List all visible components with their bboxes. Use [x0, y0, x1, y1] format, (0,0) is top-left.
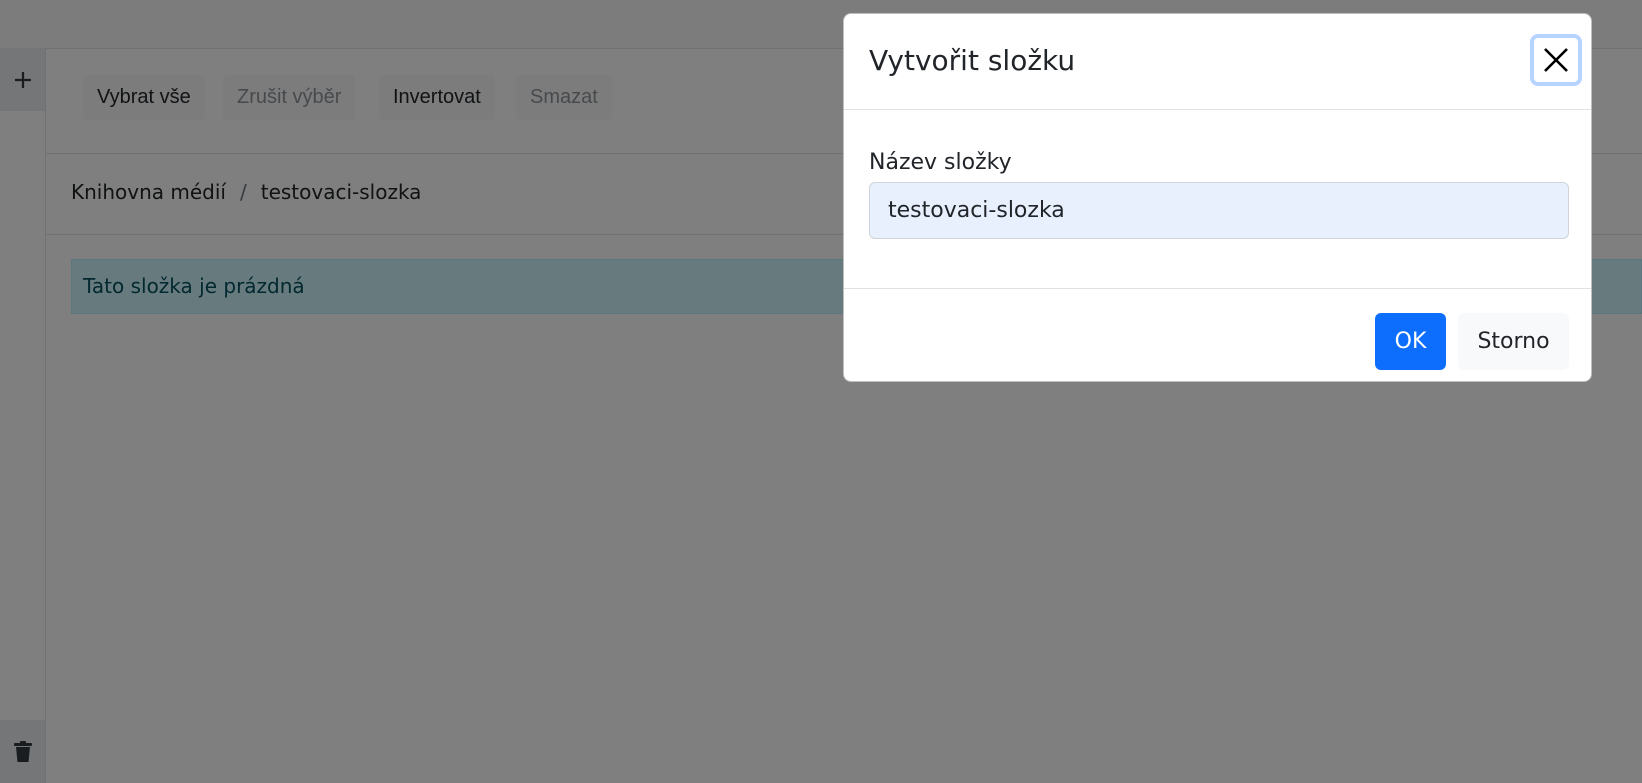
modal-title: Vytvořit složku: [869, 44, 1076, 77]
ok-button[interactable]: OK: [1375, 313, 1446, 370]
folder-name-input[interactable]: [869, 182, 1569, 239]
close-icon: [1544, 48, 1568, 72]
modal-body: Název složky: [844, 110, 1591, 289]
cancel-button[interactable]: Storno: [1458, 313, 1569, 370]
modal-footer: OK Storno: [844, 289, 1591, 381]
modal-header: Vytvořit složku: [844, 14, 1591, 110]
folder-name-label: Název složky: [869, 150, 1012, 175]
create-folder-dialog: Vytvořit složku Název složky OK Storno: [843, 13, 1592, 382]
app-root: Vybrat vše Zrušit výběr Invertovat Smaza…: [0, 0, 1642, 783]
close-button[interactable]: [1530, 34, 1582, 86]
